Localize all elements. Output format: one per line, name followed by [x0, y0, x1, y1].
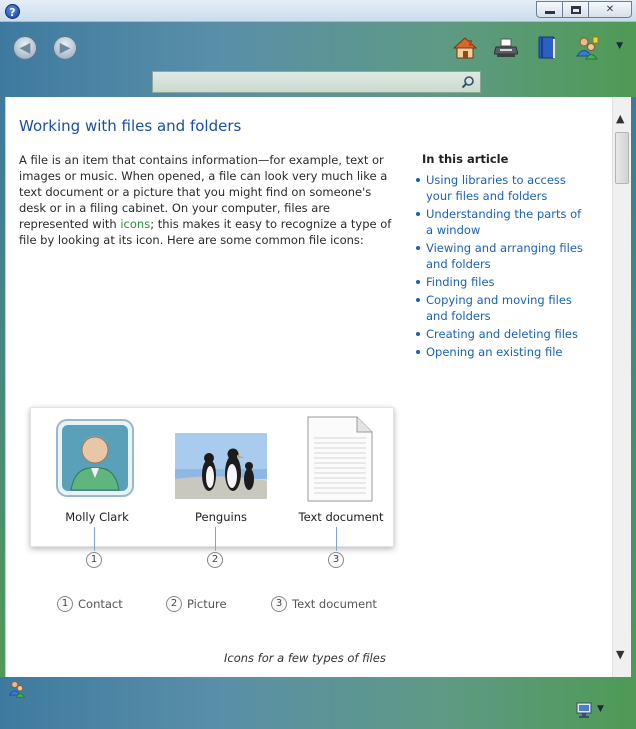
printer-icon [494, 38, 518, 57]
legend-label: Picture [187, 597, 227, 611]
forward-button[interactable]: ▶ [53, 36, 77, 60]
page-title: Working with files and folders [19, 117, 242, 135]
toc-list: Using libraries to access your files and… [413, 172, 583, 360]
help-content: Working with files and folders A file is… [5, 97, 612, 677]
picture-icon [175, 433, 267, 499]
in-this-article: In this article Using libraries to acces… [413, 152, 583, 362]
home-icon [453, 37, 477, 59]
browse-help-button[interactable] [534, 35, 560, 61]
close-icon: ✕ [605, 4, 615, 15]
file-icons-figure: Molly Clark Penguins Text document [30, 407, 394, 547]
legend-item: 2 Picture [166, 596, 227, 612]
icons-link[interactable]: icons [120, 217, 150, 231]
forward-arrow-icon: ▶ [59, 40, 71, 56]
toc-link[interactable]: Viewing and arranging files and folders [413, 240, 583, 272]
callout-number: 1 [86, 552, 102, 568]
callout-line [94, 527, 95, 551]
toc-link[interactable]: Using libraries to access your files and… [413, 172, 583, 204]
maximize-icon [570, 5, 581, 14]
toolbar: ◀ ▶ ▼ [0, 22, 636, 97]
title-bar: ? ✕ [0, 0, 636, 22]
help-icon: ? [5, 4, 20, 19]
back-arrow-icon: ◀ [19, 40, 31, 56]
intro-paragraph: A file is an item that contains informat… [19, 152, 399, 248]
callout-line [336, 527, 337, 551]
toc-link[interactable]: Understanding the parts of a window [413, 206, 583, 238]
toc-link[interactable]: Finding files [413, 274, 583, 290]
figure-caption: Icons for a few types of files [224, 651, 386, 665]
scroll-down-button[interactable]: ▼ [616, 648, 624, 661]
minimize-icon [544, 11, 555, 14]
legend-number: 1 [57, 596, 73, 612]
home-button[interactable] [452, 35, 478, 61]
text-document-icon [307, 416, 373, 502]
back-button[interactable]: ◀ [13, 36, 37, 60]
figure-label-picture: Penguins [195, 510, 247, 524]
text-document-file-icon [307, 416, 373, 506]
connection-chevron-down-icon[interactable]: ▼ [597, 704, 604, 714]
search-input[interactable] [155, 73, 455, 91]
close-button[interactable]: ✕ [588, 1, 632, 18]
legend-label: Contact [78, 597, 123, 611]
ask-button[interactable] [574, 35, 600, 61]
callout-number: 3 [328, 552, 344, 568]
legend-number: 2 [166, 596, 182, 612]
callout-number: 2 [207, 552, 223, 568]
callout-line [215, 527, 216, 551]
search-box [152, 71, 481, 93]
window-right-border [631, 97, 636, 677]
people-icon [576, 36, 599, 60]
figure-label-document: Text document [298, 510, 384, 524]
toc-link[interactable]: Copying and moving files and folders [413, 292, 583, 324]
figure-label-contact: Molly Clark [65, 510, 129, 524]
book-icon [538, 36, 555, 59]
legend-label: Text document [292, 597, 377, 611]
contact-icon [56, 419, 134, 497]
people-icon[interactable] [8, 680, 26, 698]
legend-item: 3 Text document [271, 596, 377, 612]
scroll-up-button[interactable]: ▲ [616, 112, 624, 125]
toc-heading: In this article [422, 152, 509, 166]
status-bar: ▼ [0, 677, 636, 729]
toc-link[interactable]: Opening an existing file [413, 344, 583, 360]
scroll-thumb[interactable] [615, 132, 629, 184]
network-connection-icon[interactable] [575, 702, 593, 718]
picture-file-icon [175, 433, 267, 503]
toc-link[interactable]: Creating and deleting files [413, 326, 583, 342]
contact-file-icon [55, 418, 135, 502]
maximize-button[interactable] [562, 1, 588, 18]
options-chevron-down-icon[interactable]: ▼ [616, 41, 623, 51]
search-icon[interactable] [461, 75, 475, 89]
legend-number: 3 [271, 596, 287, 612]
window-controls: ✕ [536, 1, 632, 18]
legend-item: 1 Contact [57, 596, 123, 612]
vertical-scrollbar[interactable]: ▲ ▼ [612, 97, 631, 677]
print-button[interactable] [493, 35, 519, 61]
minimize-button[interactable] [536, 1, 562, 18]
